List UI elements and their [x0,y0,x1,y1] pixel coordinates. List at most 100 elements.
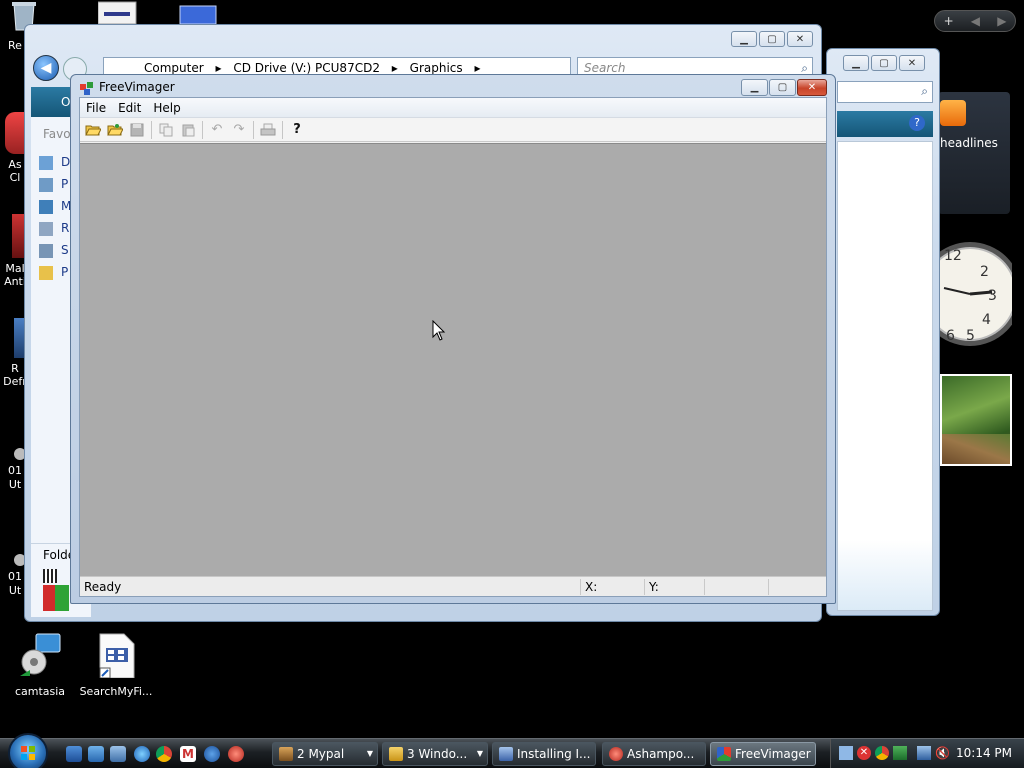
music-icon [39,199,53,214]
maxthon-icon[interactable] [204,746,220,762]
nav-item[interactable]: R [39,217,71,239]
ie-search-input[interactable]: ⌕ [837,81,933,103]
image-canvas[interactable] [80,143,826,576]
taskbar-button-freevimager[interactable]: FreeVimager [710,742,816,766]
minimize-button[interactable]: ▁ [843,55,869,71]
opera-icon[interactable] [228,746,244,762]
switch-windows-icon[interactable] [88,746,104,762]
start-button[interactable] [8,733,48,768]
nav-item[interactable]: D [39,151,71,173]
taskbar-button-installing[interactable]: Installing I... [492,742,596,766]
folder-icon [389,747,403,761]
taskbar-button-ashampoo[interactable]: Ashampo... [602,742,706,766]
save-icon[interactable] [126,120,148,140]
close-button[interactable]: ✕ [797,79,827,96]
freevimager-client-area: File Edit Help ↶ ↷ ? Ready X: Y: [79,97,827,597]
menu-edit[interactable]: Edit [112,98,147,118]
open-folder-icon[interactable] [82,120,104,140]
status-bar: Ready X: Y: [80,576,826,596]
tray-security-icon[interactable] [893,746,907,760]
copy-icon[interactable] [155,120,177,140]
document-icon[interactable] [98,0,138,24]
freevimager-window[interactable]: FreeVimager ▁ ▢ ✕ File Edit Help ↶ ↷ ? R… [70,74,836,604]
desktop-icon-searchmyfiles[interactable]: SearchMyFi... [76,632,156,698]
add-gadget-button[interactable]: + [944,14,954,28]
document-icon [99,633,135,679]
close-button[interactable]: ✕ [787,31,813,47]
minimize-button[interactable]: ▁ [741,79,768,96]
next-icon[interactable]: ▶ [997,14,1006,28]
status-pane [768,578,808,595]
nav-item[interactable]: S [39,239,71,261]
breadcrumb-item[interactable]: CD Drive (V:) PCU87CD2 [233,61,380,75]
nav-item[interactable]: P [39,261,71,283]
pictures-icon [39,177,53,192]
back-button[interactable]: ◀ [33,55,59,81]
breadcrumb-item[interactable]: Graphics [410,61,463,75]
status-x-label: X: [580,578,644,595]
explorer-quicklaunch-icon[interactable] [110,746,126,762]
network-icon[interactable] [917,746,931,760]
desktop-icon-label: camtasia [14,685,66,698]
open-image-icon[interactable] [104,120,126,140]
explorer-caption-buttons: ▁ ▢ ✕ [731,31,813,47]
ie-content [837,141,933,611]
taskbar-button-mypal[interactable]: 2 Mypal ▼ [272,742,378,766]
desktop-icon-label: SearchMyFi... [79,685,153,698]
dropdown-arrow-icon: ▼ [366,749,373,758]
gmail-icon[interactable]: M [180,746,196,762]
photo-path [942,434,1010,464]
redo-icon[interactable]: ↷ [228,120,250,140]
ie-window[interactable]: ▁ ▢ ✕ ⌕ ? [826,48,940,616]
chrome-icon[interactable] [156,746,172,762]
close-button[interactable]: ✕ [899,55,925,71]
taskbar: M 2 Mypal ▼ 3 Windo... ▼ Installing I...… [0,733,1024,768]
previous-icon[interactable]: ◀ [971,14,980,28]
paste-icon[interactable] [177,120,199,140]
freevimager-caption-buttons: ▁ ▢ ✕ [741,79,827,96]
menu-file[interactable]: File [80,98,112,118]
tray-app-icon[interactable] [839,746,853,760]
undo-icon[interactable]: ↶ [206,120,228,140]
minimize-button[interactable]: ▁ [731,31,757,47]
toolbar-separator [202,120,203,139]
clock-gadget: 12 2 3 4 5 6 [918,232,1022,356]
desktop-icon-camtasia[interactable]: camtasia [0,632,80,698]
print-icon[interactable] [257,120,279,140]
feed-headlines-gadget[interactable] [938,92,1010,214]
tray-error-icon[interactable]: ✕ [857,746,871,760]
search-icon[interactable]: ⌕ [921,84,928,99]
nav-item[interactable]: M [39,195,71,217]
toolbar: ↶ ↷ ? [80,118,826,142]
notification-area: ✕ 🔇 10:14 PM [830,739,1024,768]
clock-numeral: 2 [980,264,989,280]
camtasia-icon [20,633,61,676]
freevimager-icon [717,747,731,761]
chevron-right-icon[interactable]: ▸ [392,61,398,75]
rss-icon [940,100,966,126]
volume-muted-icon[interactable]: 🔇 [935,746,950,760]
mouse-cursor-icon [432,320,446,341]
slideshow-gadget[interactable] [940,374,1012,466]
nav-list: D P M R S P [39,151,71,283]
status-pane [704,578,768,595]
help-icon[interactable]: ? [909,115,925,131]
taskbar-clock[interactable]: 10:14 PM [956,746,1012,760]
nav-item[interactable]: P [39,173,71,195]
maximize-button[interactable]: ▢ [871,55,897,71]
menu-help[interactable]: Help [147,98,186,118]
search-placeholder: Search [584,61,626,75]
internet-explorer-icon[interactable] [134,746,150,762]
sidebar-toolbar: + ◀ ▶ [934,10,1016,32]
maximize-button[interactable]: ▢ [769,79,796,96]
toolbar-separator [151,120,152,139]
computer-icon[interactable] [178,4,218,24]
breadcrumb-item[interactable]: Computer [144,61,204,75]
maximize-button[interactable]: ▢ [759,31,785,47]
taskbar-button-windows-explorer[interactable]: 3 Windo... ▼ [382,742,488,766]
tray-chrome-icon[interactable] [875,746,889,760]
help-icon[interactable]: ? [286,120,308,140]
chevron-right-icon[interactable]: ▸ [215,61,221,75]
show-desktop-icon[interactable] [66,746,82,762]
chevron-right-icon[interactable]: ▸ [474,61,480,75]
